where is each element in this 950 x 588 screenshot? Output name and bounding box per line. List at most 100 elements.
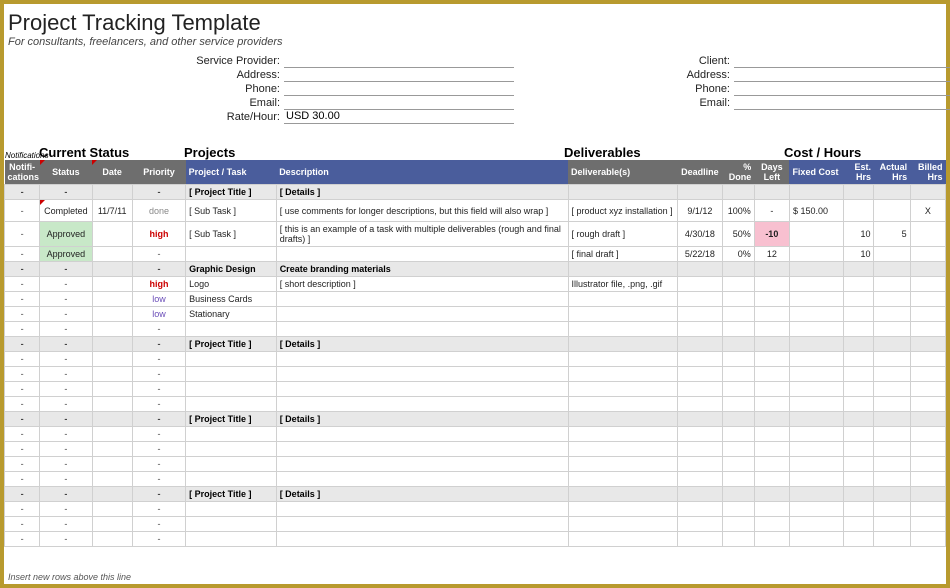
cell-priority[interactable]: -	[132, 412, 185, 427]
cell-billed[interactable]	[910, 427, 945, 442]
cell-desc[interactable]: [ Details ]	[276, 337, 568, 352]
cell-days[interactable]	[754, 532, 789, 547]
cell-act[interactable]	[874, 472, 910, 487]
cell-desc[interactable]: [ Details ]	[276, 185, 568, 200]
cell-deadline[interactable]: 9/1/12	[678, 200, 722, 222]
cell-date[interactable]	[92, 222, 132, 247]
cell-est[interactable]	[844, 292, 874, 307]
cell-days[interactable]	[754, 487, 789, 502]
cell-est[interactable]: 10	[844, 247, 874, 262]
cell-act[interactable]	[874, 307, 910, 322]
cell-billed[interactable]	[910, 457, 945, 472]
cell-est[interactable]	[844, 185, 874, 200]
cell-act[interactable]	[874, 185, 910, 200]
cell-done[interactable]	[722, 352, 754, 367]
cell-desc[interactable]	[276, 247, 568, 262]
cell-notif[interactable]: -	[5, 517, 40, 532]
cell-desc[interactable]: [ short description ]	[276, 277, 568, 292]
cell-est[interactable]	[844, 337, 874, 352]
cell-deliv[interactable]	[568, 352, 678, 367]
cell-fixed[interactable]	[789, 472, 843, 487]
cell-act[interactable]	[874, 442, 910, 457]
cell-notif[interactable]: -	[5, 427, 40, 442]
cell-fixed[interactable]	[789, 247, 843, 262]
cell-est[interactable]	[844, 487, 874, 502]
cell-fixed[interactable]	[789, 412, 843, 427]
cell-deliv[interactable]	[568, 322, 678, 337]
cell-date[interactable]	[92, 262, 132, 277]
cell-date[interactable]	[92, 185, 132, 200]
cell-date[interactable]: 11/7/11	[92, 200, 132, 222]
cell-billed[interactable]	[910, 502, 945, 517]
cell-days[interactable]	[754, 517, 789, 532]
cell-notif[interactable]: -	[5, 397, 40, 412]
cell-fixed[interactable]	[789, 442, 843, 457]
cell-status[interactable]: Approved	[40, 247, 92, 262]
cell-deadline[interactable]	[678, 337, 722, 352]
cell-deadline[interactable]: 5/22/18	[678, 247, 722, 262]
cell-priority[interactable]: -	[132, 517, 185, 532]
cell-deliv[interactable]	[568, 262, 678, 277]
cell-billed[interactable]	[910, 337, 945, 352]
cell-desc[interactable]: [ Details ]	[276, 487, 568, 502]
cell-date[interactable]	[92, 277, 132, 292]
cell-priority[interactable]: -	[132, 457, 185, 472]
cell-priority[interactable]: -	[132, 352, 185, 367]
cell-task[interactable]	[186, 352, 277, 367]
cell-deadline[interactable]	[678, 412, 722, 427]
cell-deadline[interactable]	[678, 472, 722, 487]
field-provider-email[interactable]	[284, 96, 514, 110]
cell-done[interactable]	[722, 322, 754, 337]
cell-billed[interactable]	[910, 442, 945, 457]
cell-status[interactable]: -	[40, 457, 92, 472]
cell-priority[interactable]: -	[132, 247, 185, 262]
cell-priority[interactable]: low	[132, 292, 185, 307]
cell-fixed[interactable]	[789, 222, 843, 247]
cell-days[interactable]	[754, 292, 789, 307]
cell-deadline[interactable]	[678, 367, 722, 382]
cell-est[interactable]	[844, 352, 874, 367]
cell-deliv[interactable]: Illustrator file, .png, .gif	[568, 277, 678, 292]
cell-notif[interactable]: -	[5, 472, 40, 487]
cell-act[interactable]	[874, 412, 910, 427]
cell-task[interactable]: [ Project Title ]	[186, 487, 277, 502]
cell-status[interactable]: -	[40, 352, 92, 367]
cell-task[interactable]	[186, 397, 277, 412]
cell-fixed[interactable]	[789, 502, 843, 517]
cell-notif[interactable]: -	[5, 222, 40, 247]
cell-priority[interactable]: low	[132, 307, 185, 322]
col-esthrs[interactable]: Est. Hrs	[844, 160, 874, 185]
cell-status[interactable]: -	[40, 472, 92, 487]
cell-task[interactable]: [ Project Title ]	[186, 185, 277, 200]
cell-desc[interactable]	[276, 397, 568, 412]
cell-desc[interactable]	[276, 502, 568, 517]
field-client[interactable]	[734, 54, 950, 68]
cell-done[interactable]	[722, 397, 754, 412]
cell-notif[interactable]: -	[5, 262, 40, 277]
cell-date[interactable]	[92, 487, 132, 502]
cell-done[interactable]	[722, 367, 754, 382]
cell-days[interactable]	[754, 382, 789, 397]
cell-act[interactable]	[874, 322, 910, 337]
cell-act[interactable]	[874, 457, 910, 472]
cell-done[interactable]: 100%	[722, 200, 754, 222]
cell-billed[interactable]	[910, 472, 945, 487]
cell-done[interactable]	[722, 427, 754, 442]
cell-task[interactable]	[186, 367, 277, 382]
cell-est[interactable]	[844, 517, 874, 532]
cell-deadline[interactable]	[678, 457, 722, 472]
cell-desc[interactable]	[276, 517, 568, 532]
cell-deliv[interactable]: [ product xyz installation ]	[568, 200, 678, 222]
cell-done[interactable]	[722, 337, 754, 352]
cell-act[interactable]	[874, 517, 910, 532]
cell-desc[interactable]	[276, 442, 568, 457]
cell-desc[interactable]: [ use comments for longer descriptions, …	[276, 200, 568, 222]
cell-act[interactable]	[874, 502, 910, 517]
cell-act[interactable]	[874, 292, 910, 307]
cell-est[interactable]	[844, 262, 874, 277]
cell-days[interactable]	[754, 352, 789, 367]
cell-task[interactable]: Logo	[186, 277, 277, 292]
cell-fixed[interactable]	[789, 322, 843, 337]
cell-deadline[interactable]	[678, 277, 722, 292]
cell-fixed[interactable]	[789, 337, 843, 352]
